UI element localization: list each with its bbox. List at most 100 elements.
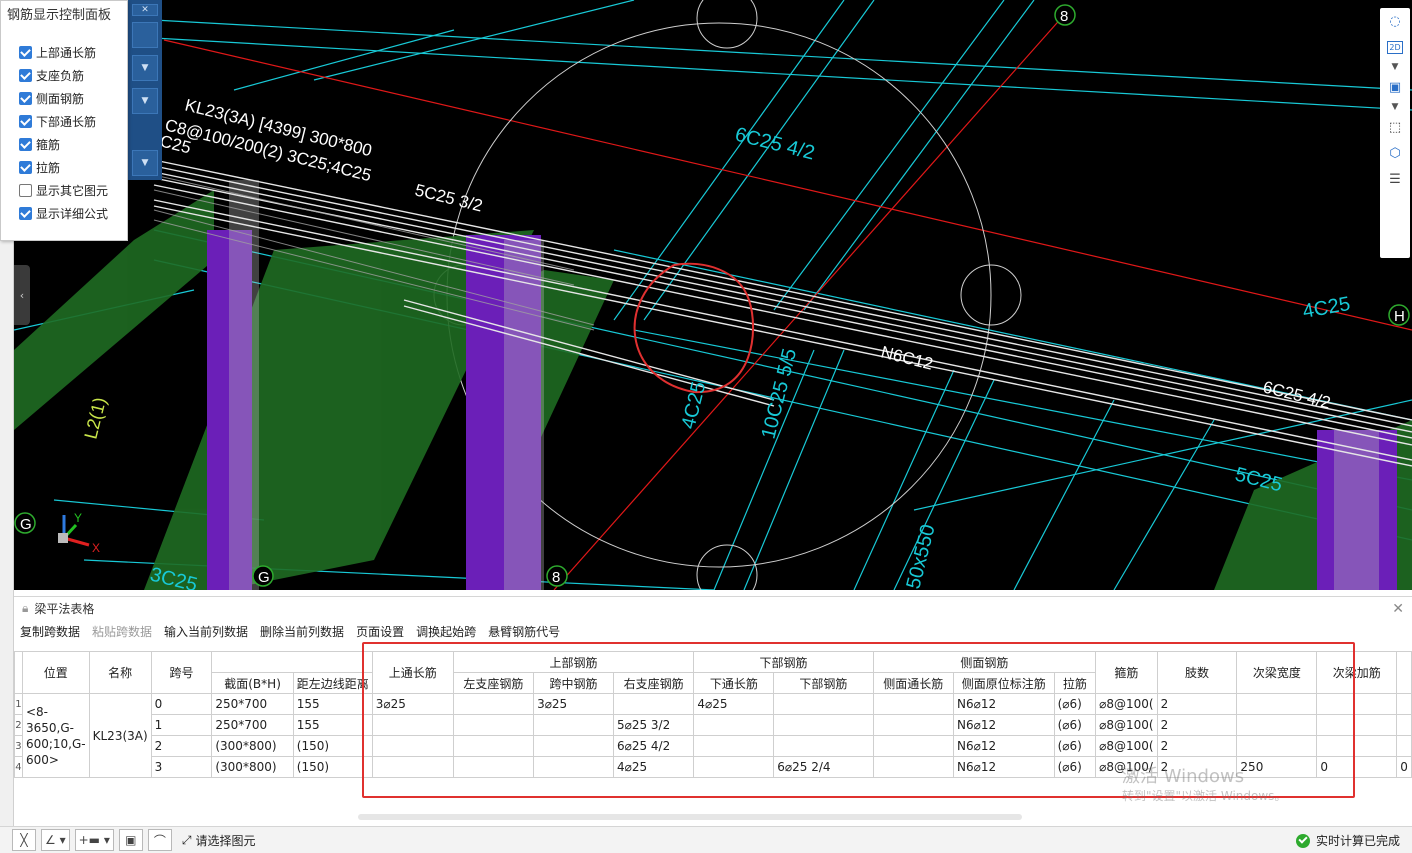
cell-section[interactable]: 250*700 xyxy=(211,714,294,736)
lock-icon[interactable]: 🔒︎ xyxy=(22,601,28,616)
cell-secondary-add[interactable]: 0 xyxy=(1316,756,1398,778)
cell-span[interactable]: 0 xyxy=(150,693,213,715)
header-left-support[interactable]: 左支座钢筋 xyxy=(452,672,535,694)
option-support-negative[interactable]: 支座负筋 xyxy=(19,64,127,87)
cell-side-original[interactable]: N6⌀12 xyxy=(952,693,1055,715)
cell-extra[interactable] xyxy=(1396,714,1412,736)
swap-start-span-button[interactable]: 调换起始跨 xyxy=(416,623,476,640)
cell-tie-bar[interactable]: (⌀6) xyxy=(1053,735,1097,757)
cell-legs[interactable]: 2 xyxy=(1156,714,1238,736)
cell-edge[interactable]: (150) xyxy=(292,735,373,757)
horizontal-scrollbar[interactable] xyxy=(358,814,1022,820)
cell-side-continuous[interactable] xyxy=(872,714,954,736)
cell-left-support[interactable] xyxy=(452,756,535,778)
cell-tie-bar[interactable]: (⌀6) xyxy=(1053,756,1097,778)
header-bottom-continuous[interactable]: 下通长筋 xyxy=(693,672,775,694)
checkbox[interactable] xyxy=(19,161,32,174)
checkbox[interactable] xyxy=(19,138,32,151)
cell-top-continuous[interactable] xyxy=(371,714,454,736)
cell-secondary-width[interactable] xyxy=(1236,693,1318,715)
header-side-original[interactable]: 侧面原位标注筋 xyxy=(952,672,1055,694)
cell-secondary-add[interactable] xyxy=(1316,714,1398,736)
table-row[interactable]: 1 <8-3650,G-600;10,G-600> KL23(3A) 0 250… xyxy=(14,693,1412,778)
cell-bottom-continuous[interactable] xyxy=(693,735,775,757)
chevron-down-icon[interactable]: ▼ xyxy=(1380,60,1410,74)
cell-stirrup[interactable]: ⌀8@100( xyxy=(1095,714,1158,736)
cell-secondary-width[interactable] xyxy=(1236,714,1318,736)
checkbox[interactable] xyxy=(19,46,32,59)
option-bottom-continuous[interactable]: 下部通长筋 xyxy=(19,110,127,133)
cell-edge[interactable]: 155 xyxy=(292,693,373,715)
checkbox[interactable] xyxy=(19,184,32,197)
cell-side-continuous[interactable] xyxy=(872,735,954,757)
chevron-down-icon[interactable]: ▼ xyxy=(1380,100,1410,114)
cell-stirrup[interactable]: ⌀8@100( xyxy=(1095,693,1158,715)
header-secondary-add[interactable]: 次梁加筋 xyxy=(1316,651,1398,694)
table-row[interactable]: 2 1 250*700 155 5⌀25 3/2 N6⌀12 (⌀6) ⌀8@1… xyxy=(14,714,1412,736)
cell-right-support[interactable]: 5⌀25 3/2 xyxy=(612,714,695,736)
checkbox[interactable] xyxy=(19,207,32,220)
chevron-down-icon[interactable]: ▼ xyxy=(132,150,158,176)
cell-left-support[interactable] xyxy=(452,693,535,715)
copy-span-data-button[interactable]: 复制跨数据 xyxy=(20,623,80,640)
cell-secondary-width[interactable] xyxy=(1236,735,1318,757)
cell-bottom-continuous[interactable] xyxy=(693,756,775,778)
cell-top-continuous[interactable] xyxy=(371,735,454,757)
cell-bottom-continuous[interactable]: 4⌀25 xyxy=(693,693,775,715)
cell-side-original[interactable]: N6⌀12 xyxy=(952,756,1055,778)
close-icon[interactable]: ✕ xyxy=(1392,601,1404,617)
cell-secondary-add[interactable] xyxy=(1316,693,1398,715)
header-top-continuous[interactable]: 上通长筋 xyxy=(371,651,454,694)
close-icon[interactable]: ✕ xyxy=(132,4,158,16)
checkbox[interactable] xyxy=(19,92,32,105)
cell-right-support[interactable]: 6⌀25 4/2 xyxy=(612,735,695,757)
option-top-continuous[interactable]: 上部通长筋 xyxy=(19,41,127,64)
cell-extra[interactable] xyxy=(1396,735,1412,757)
orbit-icon[interactable]: ◌ xyxy=(1380,8,1410,34)
header-position[interactable]: 位置 xyxy=(21,651,90,694)
header-stirrup[interactable]: 箍筋 xyxy=(1095,651,1158,694)
checkbox[interactable] xyxy=(19,115,32,128)
chevron-down-icon[interactable]: ▼ xyxy=(132,88,158,114)
cell-legs[interactable]: 2 xyxy=(1156,735,1238,757)
cell-tie-bar[interactable]: (⌀6) xyxy=(1053,693,1097,715)
cell-legs[interactable]: 2 xyxy=(1156,693,1238,715)
header-name[interactable]: 名称 xyxy=(88,651,152,694)
chevron-down-icon[interactable]: ▼ xyxy=(132,55,158,81)
cell-tie-bar[interactable]: (⌀6) xyxy=(1053,714,1097,736)
cell-section[interactable]: (300*800) xyxy=(211,756,294,778)
edit-arc-icon[interactable]: ⌒ xyxy=(147,829,172,851)
cross-select-icon[interactable]: ╳ xyxy=(12,829,36,851)
paste-span-data-button[interactable]: 粘贴跨数据 xyxy=(92,623,152,640)
header-bottom-rebar[interactable]: 下部钢筋 xyxy=(773,672,874,694)
cell-bottom-rebar[interactable] xyxy=(773,735,874,757)
isometric-cube-icon[interactable]: ⬡ xyxy=(1380,140,1410,166)
display-settings-icon[interactable]: ▣ xyxy=(118,829,143,851)
cell-bottom-rebar[interactable] xyxy=(773,714,874,736)
model-viewport[interactable]: KL23(3A) [4399] 300*800 C8@100/200(2) 3C… xyxy=(14,0,1412,590)
cell-stirrup[interactable]: ⌀8@100( xyxy=(1095,735,1158,757)
strip-button-1[interactable] xyxy=(132,22,158,48)
header-legs[interactable]: 肢数 xyxy=(1156,651,1238,694)
header-mid-span[interactable]: 跨中钢筋 xyxy=(533,672,614,694)
option-stirrup[interactable]: 箍筋 xyxy=(19,133,127,156)
cell-bottom-continuous[interactable] xyxy=(693,714,775,736)
cell-mid-span[interactable] xyxy=(533,714,614,736)
header-secondary-width[interactable]: 次梁宽度 xyxy=(1236,651,1318,694)
header-section[interactable]: 截面(B*H) xyxy=(211,672,294,694)
cantilever-code-button[interactable]: 悬臂钢筋代号 xyxy=(488,623,560,640)
select-frame-icon[interactable]: ⬚ xyxy=(1380,114,1410,140)
option-side-rebar[interactable]: 侧面钢筋 xyxy=(19,87,127,110)
header-tie-bar[interactable]: 拉筋 xyxy=(1053,672,1097,694)
offset-icon[interactable]: +▬ ▾ xyxy=(74,829,114,851)
view-3d-box-icon[interactable]: ▣ xyxy=(1380,74,1410,100)
header-span-no[interactable]: 跨号 xyxy=(150,651,213,694)
cell-top-continuous[interactable]: 3⌀25 xyxy=(371,693,454,715)
cell-top-continuous[interactable] xyxy=(371,756,454,778)
cell-span[interactable]: 3 xyxy=(150,756,213,778)
header-right-support[interactable]: 右支座钢筋 xyxy=(612,672,695,694)
cell-side-original[interactable]: N6⌀12 xyxy=(952,735,1055,757)
header-edge-dist[interactable]: 距左边线距离 xyxy=(292,672,373,694)
cell-extra[interactable] xyxy=(1396,693,1412,715)
cell-left-support[interactable] xyxy=(452,735,535,757)
